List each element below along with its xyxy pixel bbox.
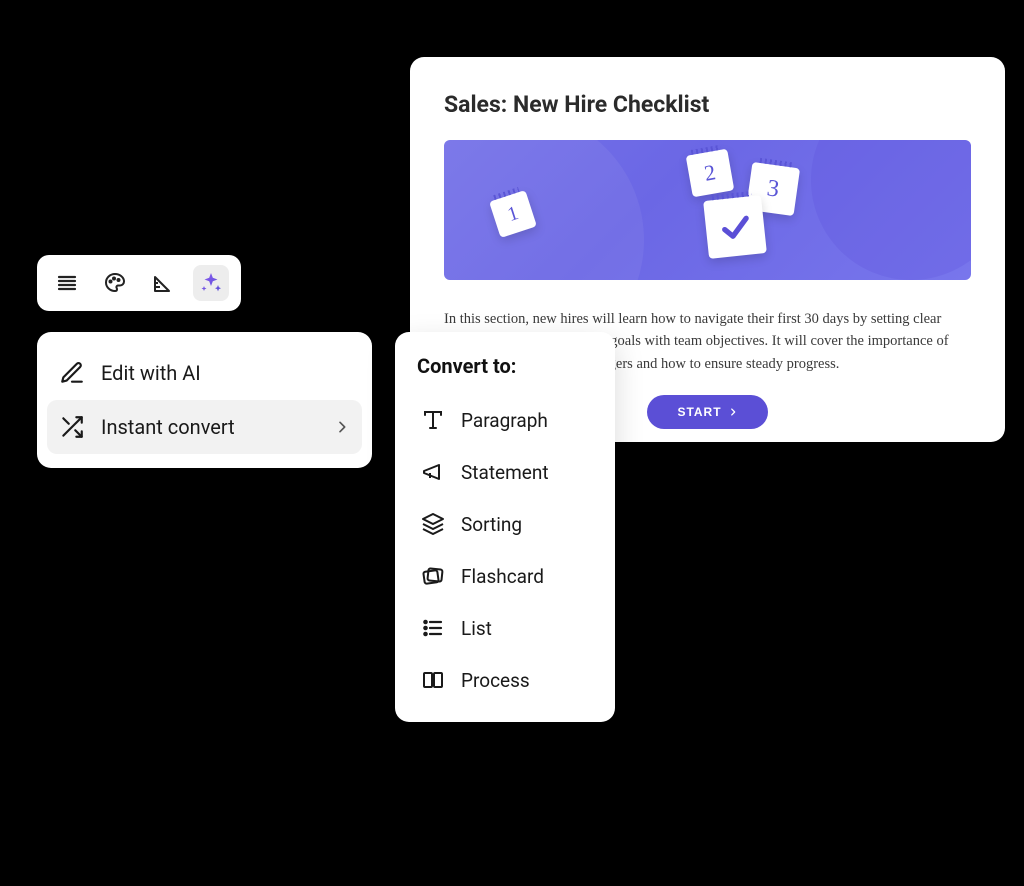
option-label: Sorting bbox=[461, 513, 522, 536]
shuffle-icon bbox=[59, 414, 85, 440]
option-label: Flashcard bbox=[461, 565, 544, 588]
process-icon bbox=[421, 668, 445, 692]
convert-option-statement[interactable]: Statement bbox=[417, 446, 595, 498]
convert-option-flashcard[interactable]: Flashcard bbox=[417, 550, 595, 602]
convert-option-sorting[interactable]: Sorting bbox=[417, 498, 595, 550]
convert-panel: Convert to: Paragraph Statement Sorting … bbox=[395, 332, 615, 722]
block-toolbar bbox=[37, 255, 241, 311]
convert-option-process[interactable]: Process bbox=[417, 654, 595, 706]
edit-icon bbox=[59, 360, 85, 386]
hero-image: 1 2 3 bbox=[444, 140, 971, 280]
option-label: Process bbox=[461, 669, 530, 692]
convert-option-paragraph[interactable]: Paragraph bbox=[417, 394, 595, 446]
layers-icon bbox=[421, 512, 445, 536]
megaphone-icon bbox=[421, 460, 445, 484]
edit-with-ai-item[interactable]: Edit with AI bbox=[47, 346, 362, 400]
option-label: Statement bbox=[461, 461, 549, 484]
paragraph-icon bbox=[421, 408, 445, 432]
flashcard-icon bbox=[421, 564, 445, 588]
chevron-right-icon bbox=[728, 407, 738, 417]
menu-item-label: Edit with AI bbox=[101, 361, 350, 385]
convert-panel-title: Convert to: bbox=[417, 354, 595, 378]
option-label: List bbox=[461, 617, 492, 640]
document-title: Sales: New Hire Checklist bbox=[444, 91, 971, 118]
option-label: Paragraph bbox=[461, 409, 548, 432]
start-button[interactable]: START bbox=[647, 395, 767, 429]
list-icon bbox=[421, 616, 445, 640]
chevron-right-icon bbox=[334, 419, 350, 435]
start-button-label: START bbox=[677, 405, 721, 419]
calendar-icon-2: 2 bbox=[686, 149, 735, 198]
menu-item-label: Instant convert bbox=[101, 415, 318, 439]
ai-sparkle-icon[interactable] bbox=[193, 265, 229, 301]
instant-convert-item[interactable]: Instant convert bbox=[47, 400, 362, 454]
align-icon[interactable] bbox=[49, 265, 85, 301]
palette-icon[interactable] bbox=[97, 265, 133, 301]
convert-option-list[interactable]: List bbox=[417, 602, 595, 654]
calendar-icon-1: 1 bbox=[489, 190, 537, 238]
ai-menu: Edit with AI Instant convert bbox=[37, 332, 372, 468]
ruler-icon[interactable] bbox=[145, 265, 181, 301]
calendar-check-icon bbox=[703, 195, 767, 259]
